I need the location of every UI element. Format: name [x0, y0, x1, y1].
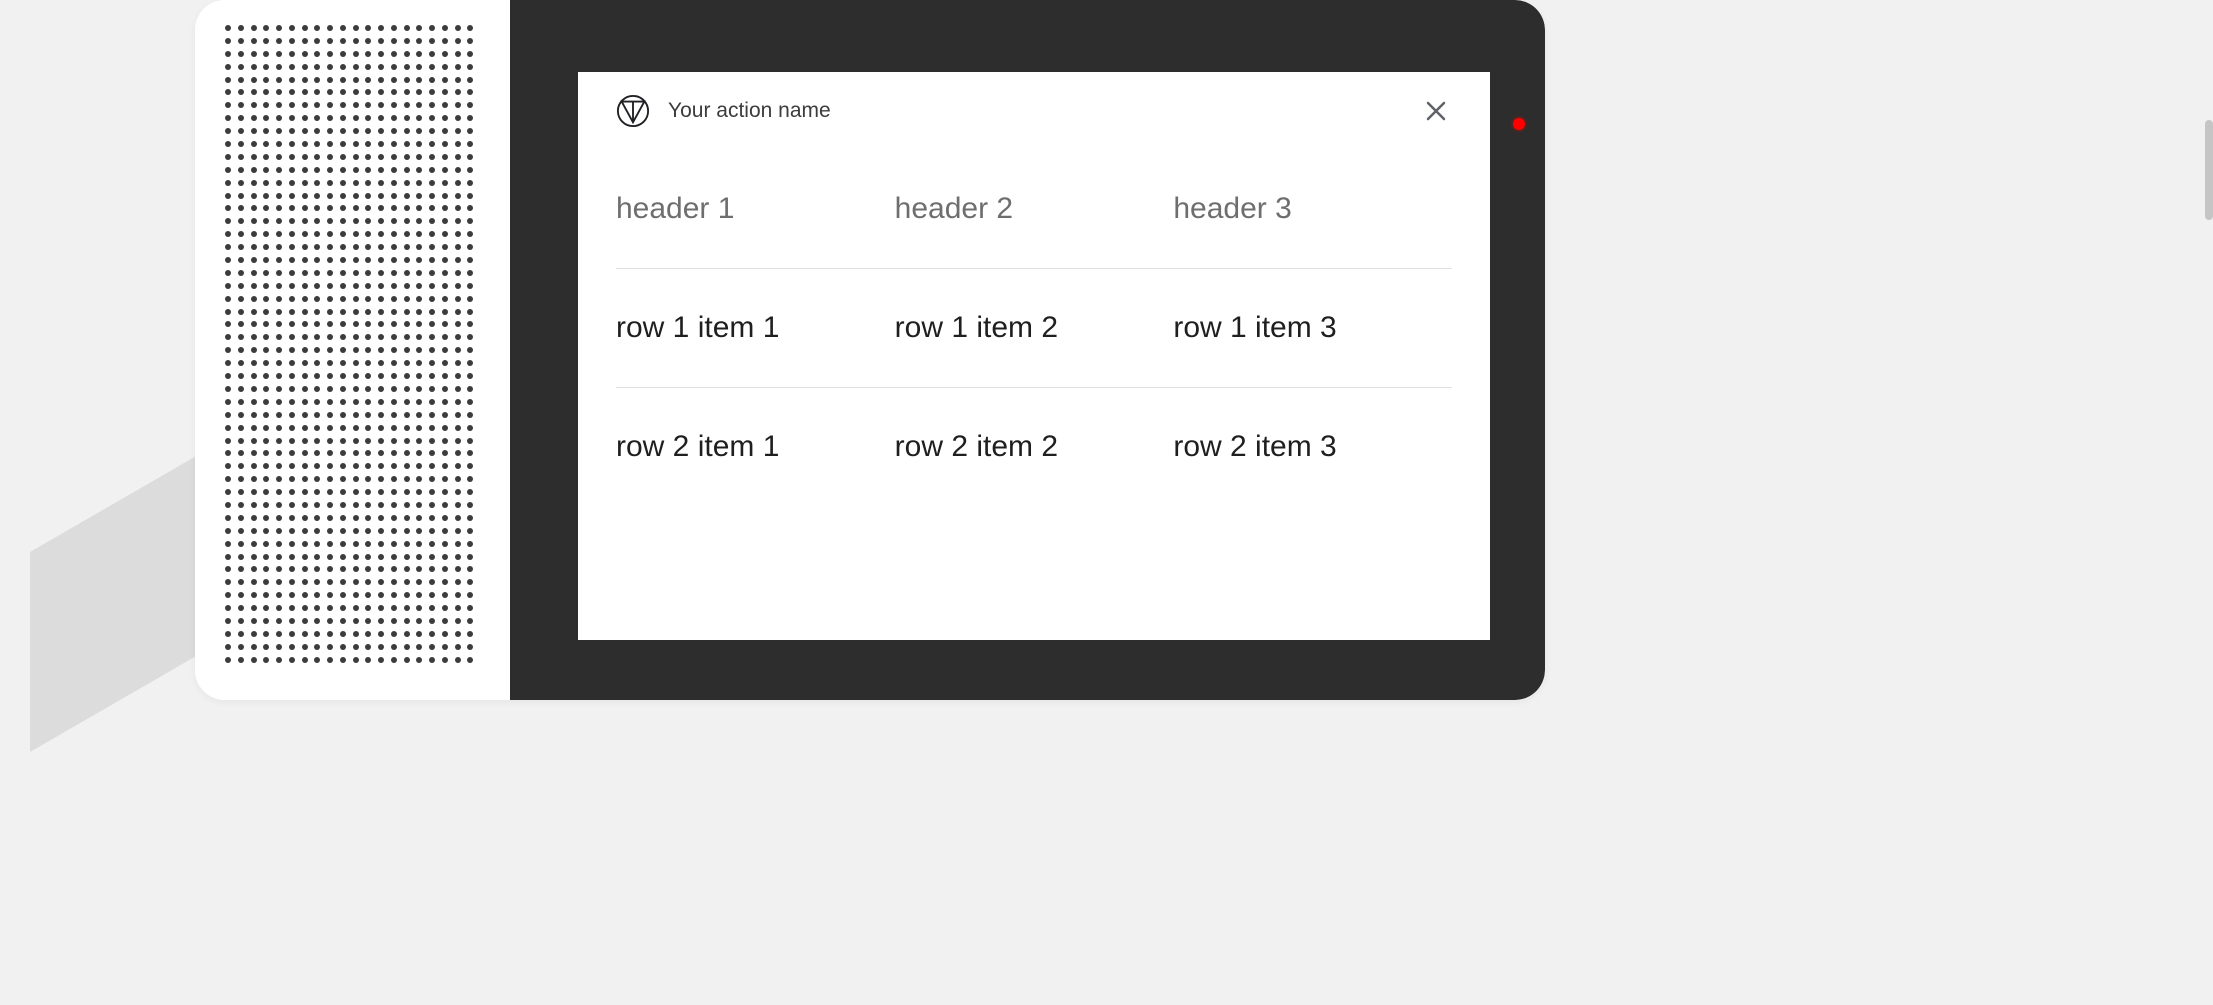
- close-button[interactable]: [1420, 95, 1452, 127]
- table-cell: row 2 item 1: [616, 430, 895, 464]
- table-cell: row 2 item 3: [1173, 430, 1452, 464]
- action-name-label: Your action name: [668, 99, 1402, 123]
- speaker-grille: [195, 0, 510, 700]
- column-header: header 3: [1173, 192, 1452, 226]
- table-cell: row 1 item 1: [616, 311, 895, 345]
- table-header-row: header 1 header 2 header 3: [616, 150, 1452, 269]
- card-header: Your action name: [578, 72, 1490, 150]
- column-header: header 1: [616, 192, 895, 226]
- table-row: row 2 item 1 row 2 item 2 row 2 item 3: [616, 388, 1452, 506]
- recording-indicator-icon: [1513, 118, 1525, 130]
- table-cell: row 1 item 3: [1173, 311, 1452, 345]
- page-scrollbar[interactable]: [2205, 120, 2213, 220]
- device-stand-shadow: [30, 448, 210, 752]
- device-screen: Your action name header 1 header 2 heade…: [510, 0, 1545, 700]
- smart-display-device: Your action name header 1 header 2 heade…: [195, 0, 1545, 700]
- column-header: header 2: [895, 192, 1174, 226]
- table-row: row 1 item 1 row 1 item 2 row 1 item 3: [616, 269, 1452, 388]
- table-cell: row 2 item 2: [895, 430, 1174, 464]
- data-table: header 1 header 2 header 3 row 1 item 1 …: [578, 150, 1490, 640]
- action-card: Your action name header 1 header 2 heade…: [578, 72, 1490, 640]
- app-logo-icon: [616, 94, 650, 128]
- close-icon: [1424, 99, 1448, 123]
- table-cell: row 1 item 2: [895, 311, 1174, 345]
